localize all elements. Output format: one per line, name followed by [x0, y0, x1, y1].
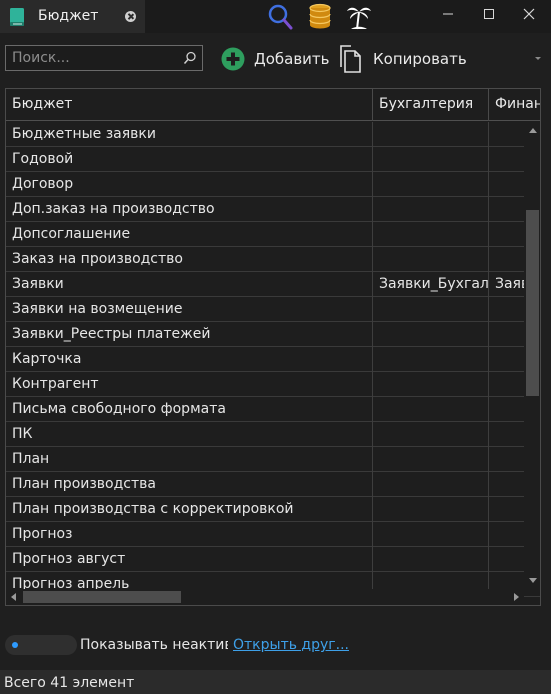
table-row[interactable]: План — [6, 447, 540, 472]
table-cell[interactable] — [373, 547, 489, 572]
table-cell[interactable]: Контрагент — [6, 372, 373, 397]
table-row[interactable]: Заявки на возмещение — [6, 297, 540, 322]
table-cell[interactable]: Годовой — [6, 147, 373, 172]
table-cell[interactable]: Допсоглашение — [6, 222, 373, 247]
table-cell[interactable]: Договор — [6, 172, 373, 197]
vertical-scrollbar[interactable] — [524, 122, 540, 589]
search-placeholder: Поиск... — [12, 50, 70, 66]
table-row[interactable]: Допсоглашение — [6, 222, 540, 247]
scroll-down-arrow-icon[interactable] — [529, 578, 537, 583]
table-cell[interactable] — [373, 397, 489, 422]
table-cell[interactable]: Карточка — [6, 347, 373, 372]
table-row[interactable]: Прогноз август — [6, 547, 540, 572]
status-bar: Всего 41 элемент — [0, 670, 551, 694]
table-row[interactable]: План производства — [6, 472, 540, 497]
table-cell[interactable]: План производства — [6, 472, 373, 497]
table-cell[interactable]: Прогноз — [6, 522, 373, 547]
table-cell[interactable] — [373, 447, 489, 472]
table-cell[interactable] — [373, 247, 489, 272]
table-row[interactable]: План производства с корректировкой — [6, 497, 540, 522]
table-row[interactable]: Письма свободного формата — [6, 397, 540, 422]
search-tool-icon[interactable] — [266, 3, 294, 31]
table-cell[interactable]: Заявки_Бухгалт — [373, 272, 489, 297]
table-cell[interactable] — [373, 322, 489, 347]
toggle-knob — [12, 642, 18, 648]
table-cell[interactable]: Заявки_Реестры платежей — [6, 322, 373, 347]
horizontal-scroll-thumb[interactable] — [23, 591, 181, 603]
tab-budget[interactable]: Бюджет — [0, 0, 145, 33]
column-header-budget[interactable]: Бюджет — [6, 89, 373, 121]
add-button[interactable]: Добавить — [221, 44, 330, 74]
table-cell[interactable] — [373, 522, 489, 547]
palm-tree-icon[interactable] — [345, 3, 373, 31]
plus-circle-icon — [221, 47, 245, 71]
table-cell[interactable] — [373, 347, 489, 372]
table-row[interactable]: Заявки Заявки_Бухгалт Заяв — [6, 272, 540, 297]
tab-title: Бюджет — [38, 8, 99, 24]
table-cell[interactable] — [373, 297, 489, 322]
table-row[interactable]: Прогноз — [6, 522, 540, 547]
table-cell[interactable] — [373, 147, 489, 172]
copy-document-icon — [340, 45, 361, 73]
table-cell[interactable]: Письма свободного формата — [6, 397, 373, 422]
title-bar: Бюджет — [0, 0, 551, 33]
table-row[interactable]: ПК — [6, 422, 540, 447]
table-cell[interactable] — [373, 472, 489, 497]
table-row[interactable]: Бюджетные заявки — [6, 122, 540, 147]
show-inactive-label: Показывать неактив — [80, 637, 228, 653]
scroll-left-arrow-icon[interactable] — [11, 593, 16, 601]
table-cell[interactable]: ПК — [6, 422, 373, 447]
budget-grid: Бюджет Бухгалтерия Финан Бюджетные заявк… — [5, 88, 541, 606]
scroll-right-arrow-icon[interactable] — [514, 593, 519, 601]
table-cell[interactable]: План — [6, 447, 373, 472]
table-cell[interactable] — [373, 497, 489, 522]
open-other-link[interactable]: Открыть друг... — [233, 637, 349, 653]
horizontal-scrollbar[interactable] — [6, 589, 524, 605]
table-cell[interactable] — [373, 122, 489, 147]
table-row[interactable]: Доп.заказ на производство — [6, 197, 540, 222]
vertical-scroll-thumb[interactable] — [526, 210, 539, 396]
table-cell[interactable]: Бюджетные заявки — [6, 122, 373, 147]
column-header-finance[interactable]: Финан — [489, 89, 540, 121]
minimize-icon[interactable] — [428, 0, 468, 30]
table-cell[interactable] — [373, 422, 489, 447]
table-row[interactable]: Контрагент — [6, 372, 540, 397]
table-cell[interactable]: Заявки — [6, 272, 373, 297]
table-cell[interactable] — [373, 222, 489, 247]
add-button-label: Добавить — [254, 50, 330, 68]
table-cell[interactable]: План производства с корректировкой — [6, 497, 373, 522]
scroll-up-arrow-icon[interactable] — [529, 128, 537, 133]
search-input[interactable]: Поиск... — [5, 45, 203, 71]
table-row[interactable]: Заявки_Реестры платежей — [6, 322, 540, 347]
table-cell[interactable] — [373, 172, 489, 197]
database-icon[interactable] — [307, 3, 333, 31]
copy-button-label: Копировать — [373, 50, 467, 68]
table-row[interactable]: Договор — [6, 172, 540, 197]
table-cell[interactable] — [373, 197, 489, 222]
table-cell[interactable]: Заявки на возмещение — [6, 297, 373, 322]
copy-button[interactable]: Копировать — [340, 44, 467, 74]
search-icon[interactable] — [183, 51, 197, 65]
book-icon — [10, 8, 24, 26]
maximize-icon[interactable] — [469, 0, 509, 30]
table-row[interactable]: Заказ на производство — [6, 247, 540, 272]
column-header-accounting[interactable]: Бухгалтерия — [373, 89, 489, 121]
grid-header: Бюджет Бухгалтерия Финан — [6, 89, 540, 121]
table-row[interactable]: Годовой — [6, 147, 540, 172]
close-window-icon[interactable] — [509, 0, 549, 30]
table-cell[interactable]: Заказ на производство — [6, 247, 373, 272]
table-cell[interactable] — [373, 372, 489, 397]
table-cell[interactable]: Доп.заказ на производство — [6, 197, 373, 222]
table-row[interactable]: Карточка — [6, 347, 540, 372]
toolbar-overflow-icon[interactable] — [535, 57, 541, 60]
item-count: Всего 41 элемент — [4, 675, 135, 691]
table-cell[interactable]: Прогноз август — [6, 547, 373, 572]
close-tab-icon[interactable] — [125, 11, 136, 22]
show-inactive-toggle[interactable] — [5, 635, 77, 655]
